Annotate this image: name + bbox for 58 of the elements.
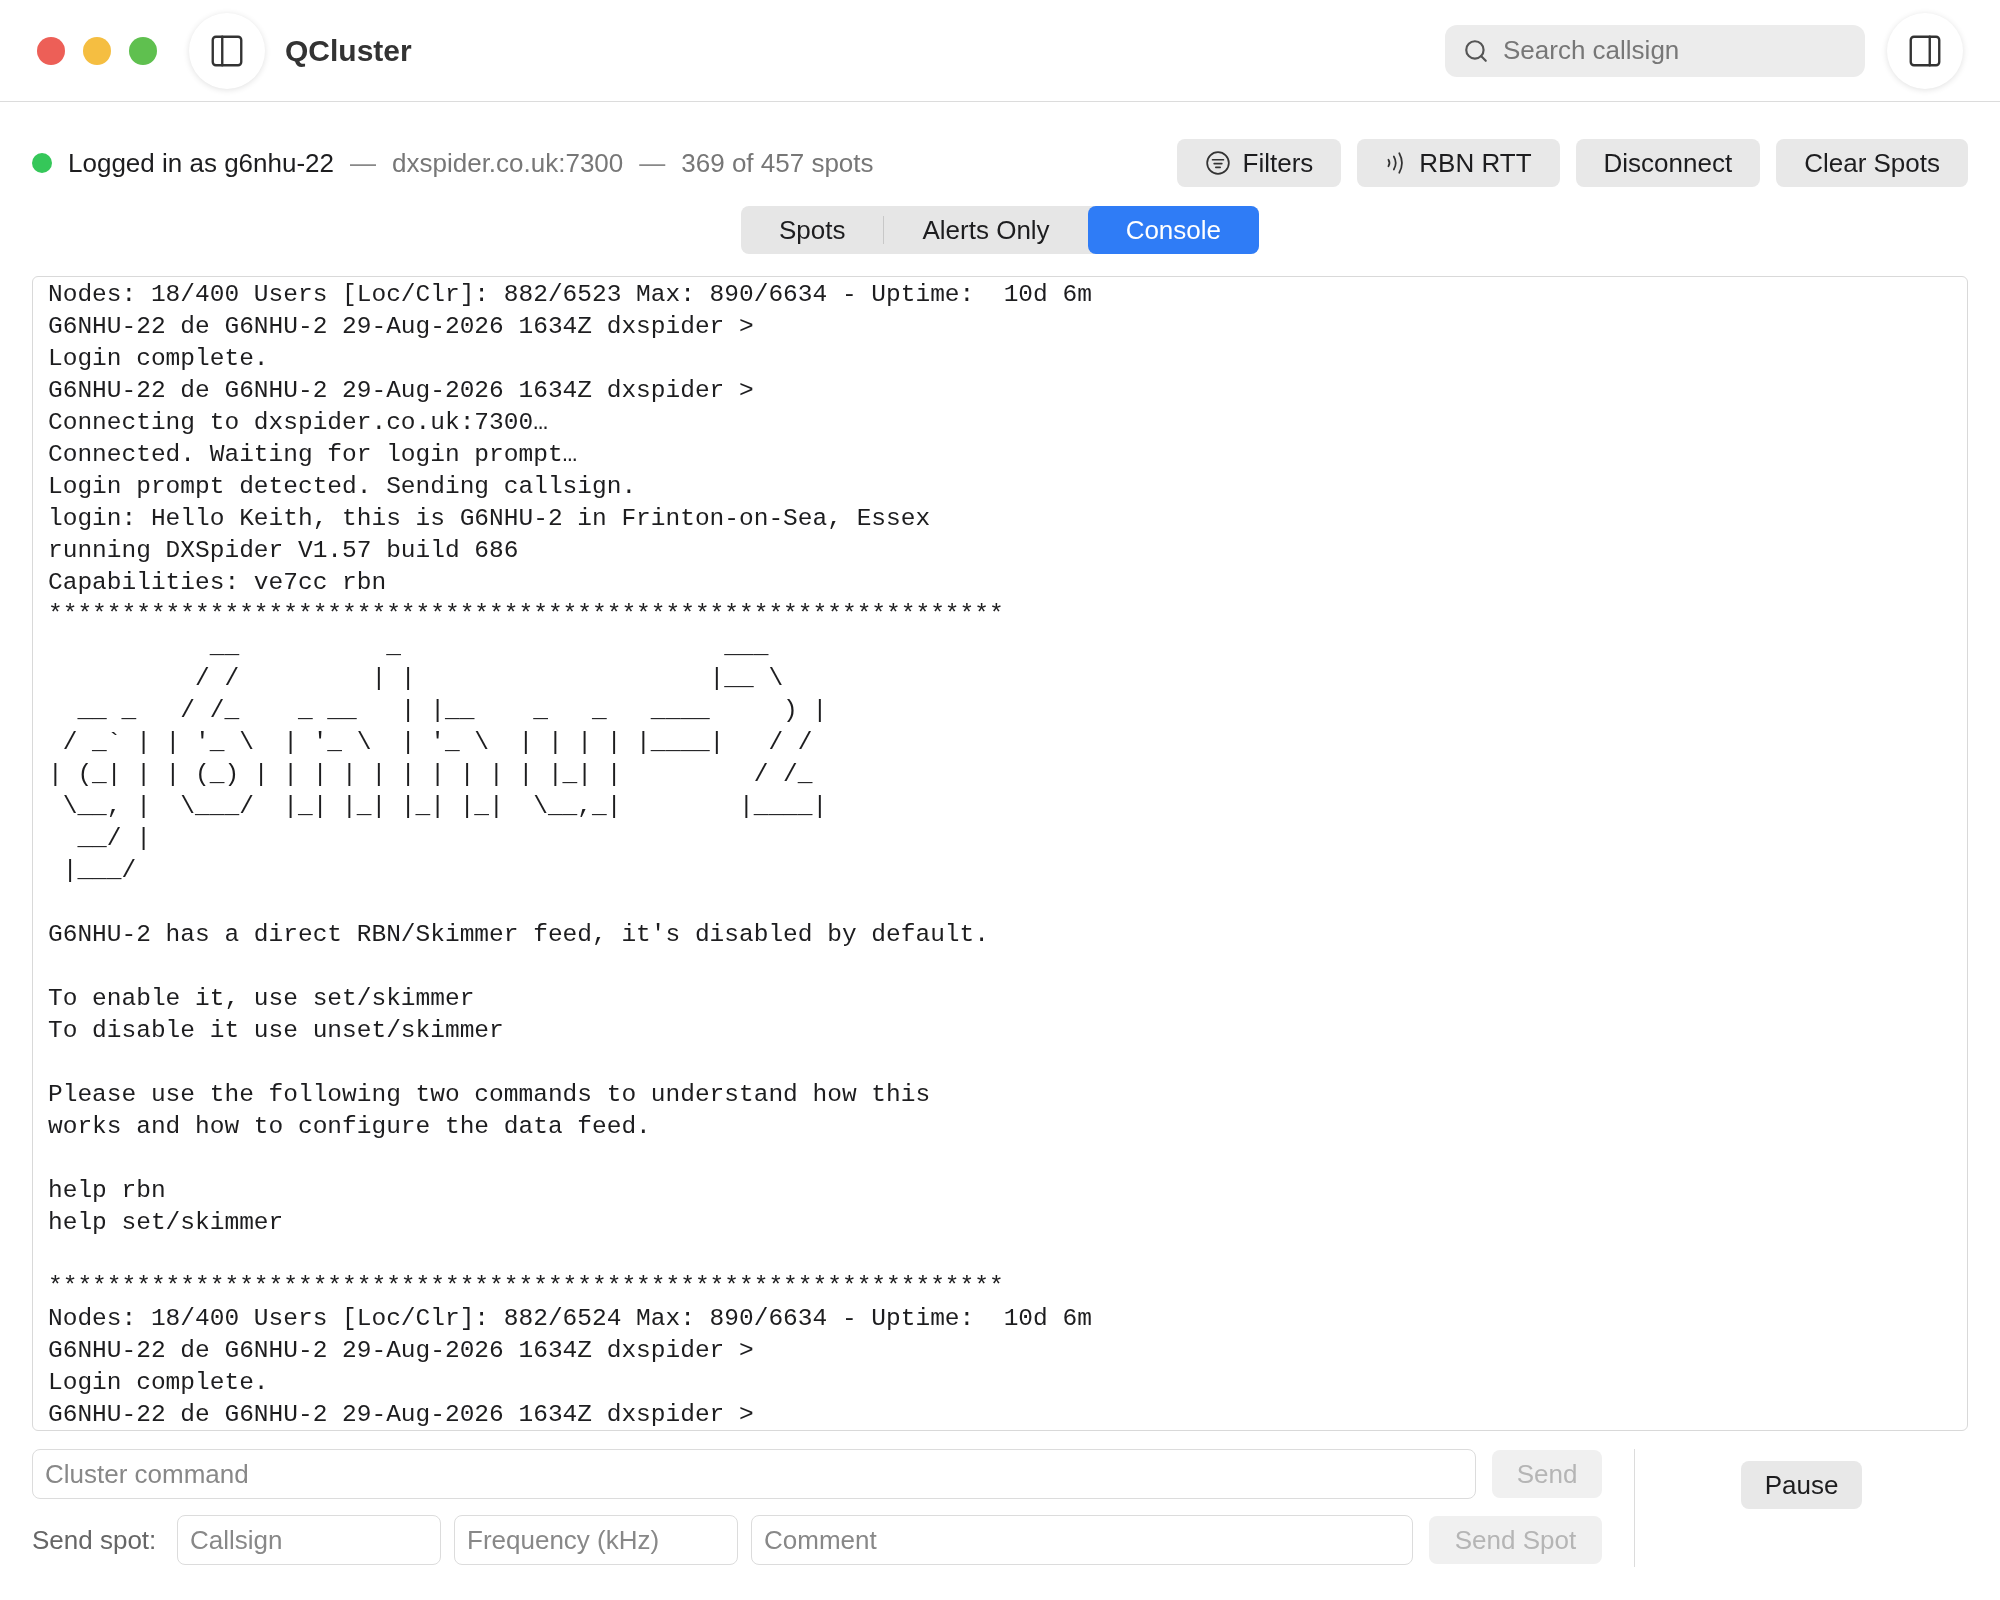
- console-line: Nodes: 18/400 Users [Loc/Clr]: 882/6524 Max: 890/6634 - Uptime: 10d 6m: [48, 1304, 1092, 1334]
- window-title: QCluster: [285, 33, 412, 69]
- console-line: G6NHU-22 de G6NHU-2 29-Aug-2026 1634Z dxspider >: [48, 1336, 754, 1366]
- toolbar-button[interactable]: Clear Spots: [1776, 139, 1968, 187]
- view-tab[interactable]: Spots: [740, 206, 884, 254]
- console-line: __ _ / /_ _ __ | |__ _ _ ____ ) |: [76, 696, 828, 726]
- console-line: login: Hello Keith, this is G6NHU-2 in Frinton-on-Sea, Essex: [48, 504, 931, 534]
- search-field[interactable]: Search callsign: [1445, 24, 1865, 77]
- console-line: To disable it use unset/skimmer: [48, 1016, 504, 1046]
- separator-dash: —: [350, 146, 376, 180]
- login-status: Logged in as g6nhu-22: [68, 146, 334, 180]
- separator-dash: —: [639, 146, 666, 180]
- toolbar-button[interactable]: RBN RTT: [1357, 139, 1560, 187]
- console-line: __/ |: [76, 824, 151, 854]
- console-line: Login prompt detected. Sending callsign.: [48, 472, 637, 502]
- console-line: running DXSpider V1.57 build 686: [48, 536, 519, 566]
- frequency-field[interactable]: Frequency (kHz): [454, 1515, 738, 1565]
- view-tab[interactable]: Alerts Only: [884, 206, 1088, 254]
- console-line: G6NHU-2 has a direct RBN/Skimmer feed, it's disabled by default.: [48, 920, 989, 950]
- console-line: | (_| | | (_) | | | | | | | | | | |_| | / /_: [48, 760, 813, 790]
- filter-icon: [1204, 150, 1231, 176]
- view-tab[interactable]: Console: [1087, 206, 1260, 254]
- console-line: help set/skimmer: [48, 1208, 284, 1238]
- console-line: |___/: [61, 856, 137, 886]
- close-button[interactable]: [37, 36, 65, 65]
- send-spot-label: Send spot:: [32, 1523, 158, 1557]
- console-line: G6NHU-22 de G6NHU-2 29-Aug-2026 1634Z dxspider >: [48, 312, 754, 342]
- spot-count: 369 of 457 spots: [681, 146, 874, 180]
- comment-field[interactable]: Comment: [751, 1515, 1413, 1565]
- console-line: *****************************************************************: [48, 600, 1004, 630]
- zoom-button[interactable]: [129, 36, 157, 65]
- console-line: *****************************************************************: [48, 1272, 1004, 1302]
- console-line: / / | | |__ \: [194, 664, 784, 694]
- pause-button[interactable]: Pause: [1740, 1461, 1863, 1509]
- console-line: Nodes: 18/400 Users [Loc/Clr]: 882/6523 Max: 890/6634 - Uptime: 10d 6m: [48, 280, 1092, 310]
- minimize-button[interactable]: [83, 36, 111, 65]
- console-line: \__, | \___/ |_| |_| |_| |_| \__,_| |____|: [61, 792, 828, 822]
- console-line: __ _ ___: [208, 632, 769, 662]
- search-icon: [1463, 37, 1489, 64]
- command-field[interactable]: Cluster command: [32, 1449, 1476, 1499]
- console-line: Capabilities: ve7cc rbn: [48, 568, 387, 598]
- console-line: Connected. Waiting for login prompt…: [48, 440, 578, 470]
- toolbar-button[interactable]: Filters: [1176, 139, 1342, 187]
- console-line: / _` | | '_ \ | '_ \ | '_ \ | | | | |____| / /: [61, 728, 813, 758]
- console-line: Login complete.: [48, 344, 269, 374]
- console-line: Login complete.: [48, 1368, 269, 1398]
- sidebar-toggle-button[interactable]: [189, 12, 265, 89]
- console-line: Please use the following two commands to understand how this: [48, 1080, 931, 1110]
- console-line: To enable it, use set/skimmer: [48, 984, 475, 1014]
- console-line: G6NHU-22 de G6NHU-2 29-Aug-2026 1634Z dxspider >: [48, 1400, 754, 1430]
- console-line: help rbn: [48, 1176, 166, 1206]
- callsign-field[interactable]: Callsign: [177, 1515, 441, 1565]
- inspector-toggle-button[interactable]: [1887, 12, 1963, 89]
- toolbar-button[interactable]: Disconnect: [1575, 139, 1761, 187]
- console-line: Connecting to dxspider.co.uk:7300…: [48, 408, 548, 438]
- console-line: works and how to configure the data feed.: [48, 1112, 651, 1142]
- console-line: G6NHU-22 de G6NHU-2 29-Aug-2026 1634Z dxspider >: [48, 376, 754, 406]
- server-address: dxspider.co.uk:7300: [392, 146, 624, 180]
